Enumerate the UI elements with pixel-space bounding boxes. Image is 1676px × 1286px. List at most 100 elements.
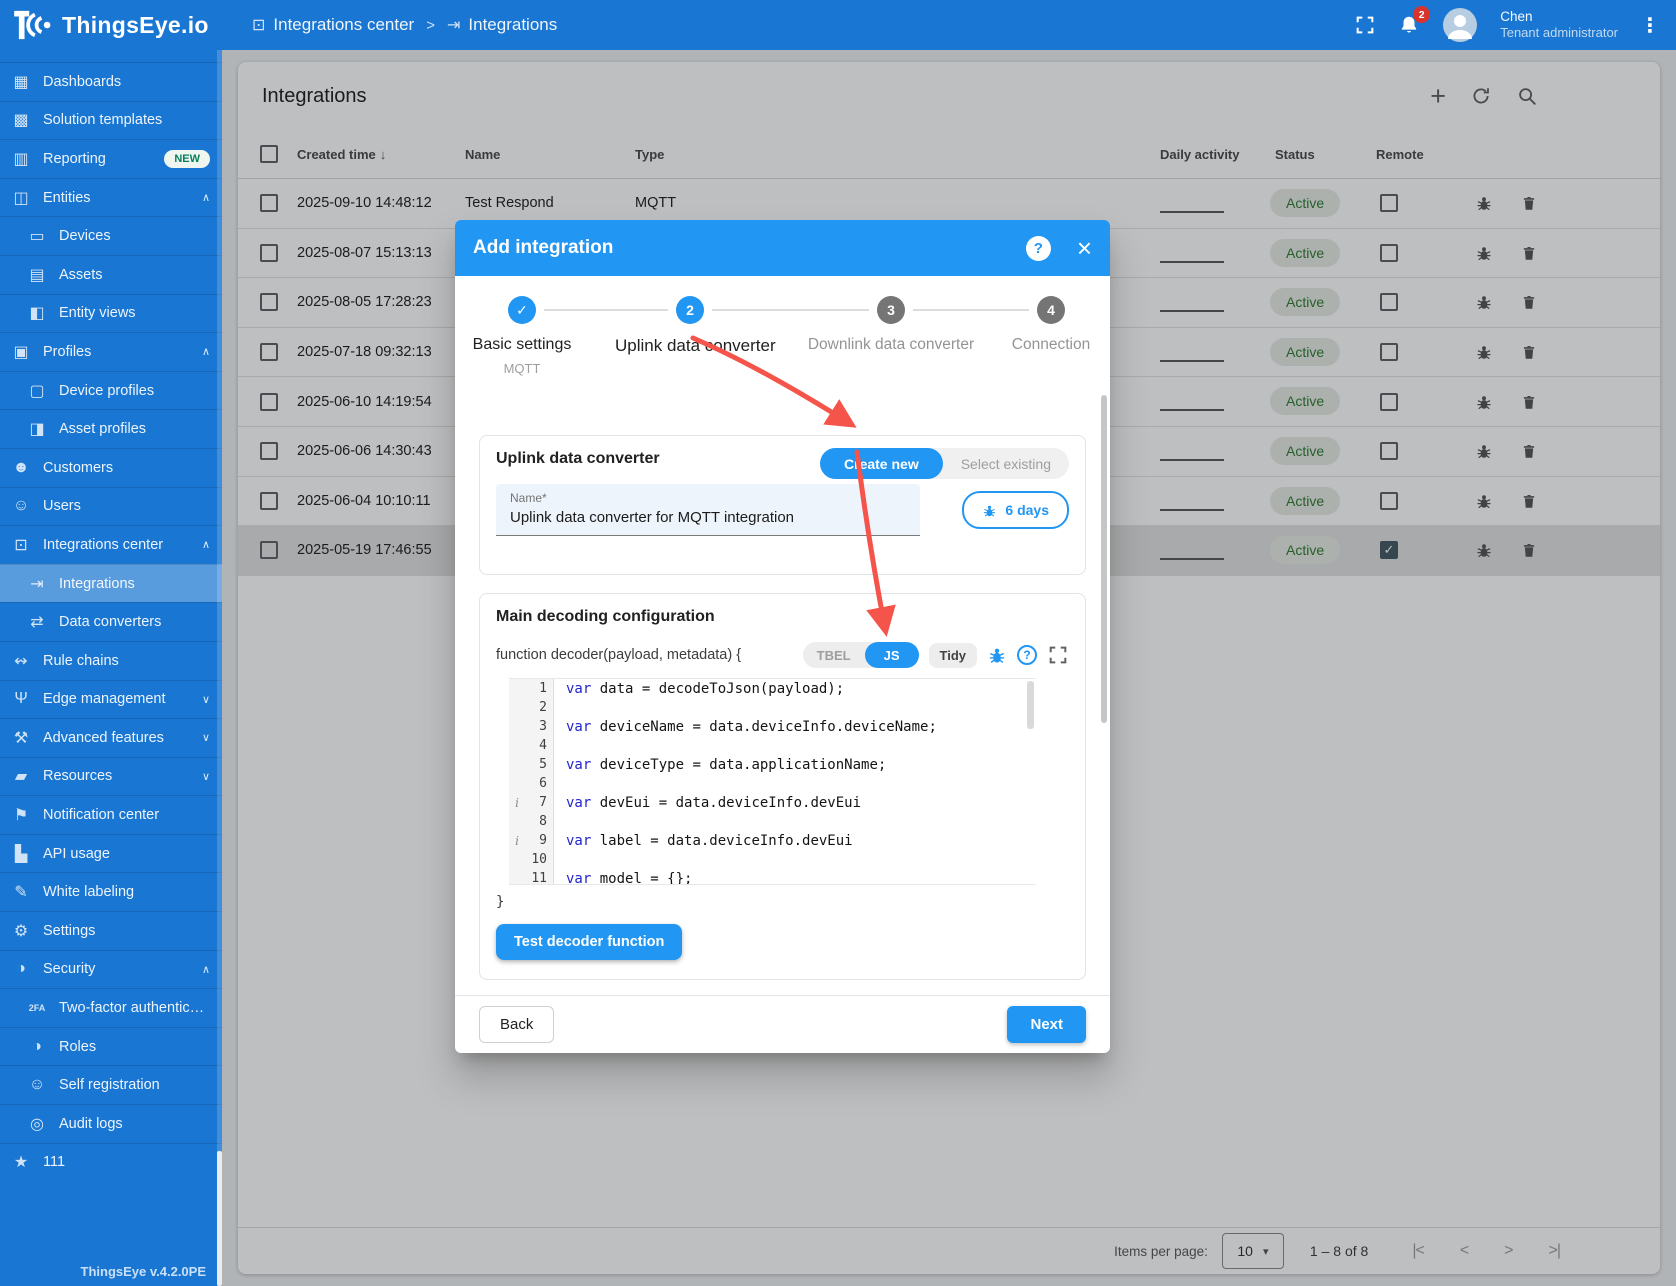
sidebar-item[interactable]: ✎ White labeling [0, 872, 222, 911]
tbel-toggle[interactable]: TBEL [803, 648, 865, 663]
sidebar-scrollbar[interactable] [217, 50, 222, 1286]
sidebar-item-label: Data converters [59, 614, 162, 631]
days-chip-label: 6 days [1005, 502, 1049, 518]
next-button[interactable]: Next [1007, 1006, 1086, 1043]
sidebar-item-icon: ◧ [29, 305, 45, 323]
tidy-button[interactable]: Tidy [928, 642, 977, 668]
sidebar-item[interactable]: ▤ Assets [0, 254, 222, 294]
line-number: 11 [531, 871, 547, 885]
code-text: var label = data.deviceInfo.devEui [553, 831, 853, 850]
sidebar-item-icon: ◑ [16, 960, 26, 978]
code-text: var deviceName = data.deviceInfo.deviceN… [553, 717, 937, 736]
sidebar-item-label: Asset profiles [59, 421, 147, 438]
sidebar-item[interactable]: ⚑ Notification center [0, 795, 222, 834]
decoder-signature: function decoder(payload, metadata) { [496, 647, 742, 663]
sidebar-item-icon: ⚙ [13, 922, 29, 940]
step-circle: 3 [877, 296, 905, 324]
sidebar-item[interactable]: ◧ Entity views [0, 293, 222, 333]
sidebar-item[interactable]: ▣ Profiles ∧ [0, 332, 222, 371]
sidebar-item-label: 111 [43, 1154, 66, 1171]
step-label: Downlink data converter [807, 336, 975, 353]
fullscreen-icon[interactable] [1354, 14, 1376, 36]
sidebar-item[interactable]: ▢ Device profiles [0, 370, 222, 410]
sidebar-item[interactable]: 2FA Two-factor authenticati… [0, 988, 222, 1027]
sidebar-item-icon: 2FA [28, 1003, 46, 1014]
sidebar-item-label: Reporting [43, 150, 106, 167]
sidebar-item-icon: ◑ [32, 1037, 42, 1055]
sidebar-item[interactable]: ▰ Resources ∨ [0, 756, 222, 796]
back-button[interactable]: Back [479, 1006, 555, 1043]
sidebar-item[interactable]: Ψ Edge management ∨ [0, 679, 222, 719]
sidebar-item[interactable]: ▭ Devices [0, 216, 222, 255]
code-line: 3 var deviceName = data.deviceInfo.devic… [509, 717, 1036, 736]
breadcrumb-integrations[interactable]: ⇥ Integrations [447, 15, 557, 35]
sidebar-item[interactable]: ▦ Dashboards [0, 62, 222, 101]
sidebar-item[interactable]: ◨ Asset profiles [0, 409, 222, 448]
sidebar-item[interactable]: ⇥ Integrations [0, 563, 222, 603]
line-number: 3 [539, 719, 547, 734]
app-logo[interactable]: ThingsEye.io [0, 9, 236, 41]
decoding-configuration-card: Main decoding configuration function dec… [479, 593, 1086, 980]
sidebar-item[interactable]: ⚙ Settings [0, 911, 222, 950]
sidebar: ▦ Dashboards ▩ Solution templates ▥ Repo… [0, 50, 222, 1286]
breadcrumb-separator: > [426, 16, 435, 34]
sidebar-item[interactable]: ★ 111 [0, 1142, 222, 1182]
modal-scrollbar[interactable] [1101, 395, 1107, 723]
notifications-bell[interactable]: 2 [1398, 6, 1431, 36]
sidebar-item-label: Advanced features [43, 729, 164, 746]
notification-badge: 2 [1413, 6, 1431, 23]
js-toggle[interactable]: JS [864, 642, 919, 668]
stepper-step[interactable]: 4 Connection [986, 296, 1116, 354]
stepper-step[interactable]: 3 Downlink data converter [796, 296, 986, 354]
code-editor[interactable]: 1 var data = decodeToJson(payload); 2 3 … [509, 678, 1036, 885]
stepper-step[interactable]: ✓ Basic settings MQTT [462, 296, 582, 376]
sidebar-item-label: Settings [43, 922, 96, 939]
code-line: 6 [509, 774, 1036, 793]
sidebar-item[interactable]: ▙ API usage [0, 833, 222, 873]
script-language-toggle: TBEL JS [802, 642, 919, 668]
sidebar-item[interactable]: ◎ Audit logs [0, 1104, 222, 1143]
step-circle: ✓ [508, 296, 536, 324]
chevron-icon: ∧ [201, 539, 210, 552]
sidebar-item-label: Roles [59, 1038, 97, 1055]
sidebar-item-icon: ▢ [29, 382, 45, 400]
help-icon[interactable]: ? [1025, 235, 1051, 261]
decoder-fullscreen-icon[interactable] [1047, 644, 1069, 666]
select-existing-toggle[interactable]: Select existing [943, 456, 1069, 472]
sidebar-item[interactable]: ⇄ Data converters [0, 602, 222, 641]
sidebar-item[interactable]: ◑ Roles [0, 1026, 222, 1066]
sidebar-item-icon: ⊡ [14, 536, 28, 554]
breadcrumb-integrations-center[interactable]: ⊡ Integrations center [252, 15, 414, 35]
sidebar-item[interactable]: ☻ Customers [0, 447, 222, 487]
test-decoder-button[interactable]: Test decoder function [496, 924, 683, 960]
sidebar-item[interactable]: ◫ Entities ∧ [0, 177, 222, 217]
kebab-menu-icon[interactable]: ⋮ [1640, 13, 1660, 38]
sidebar-item[interactable]: ▩ Solution templates [0, 100, 222, 140]
sidebar-item-label: Customers [43, 459, 114, 476]
sidebar-item[interactable]: ↭ Rule chains [0, 640, 222, 680]
sidebar-item[interactable]: ☺ Self registration [0, 1065, 222, 1104]
stepper-step[interactable]: 2 Uplink data converter [615, 296, 776, 356]
sidebar-item[interactable]: ⊡ Integrations center ∧ [0, 525, 222, 564]
sidebar-item[interactable]: ▥ Reporting NEW [0, 139, 222, 178]
create-new-toggle[interactable]: Create new [820, 448, 943, 479]
debug-days-chip[interactable]: 6 days [962, 491, 1069, 529]
decoder-help-icon[interactable]: ? [1017, 645, 1037, 665]
user-info[interactable]: Chen Tenant administrator [1500, 8, 1618, 42]
sidebar-item[interactable]: ◑ Security ∧ [0, 949, 222, 989]
close-icon[interactable]: × [1077, 235, 1092, 261]
debug-decoder-icon[interactable] [987, 645, 1007, 665]
sidebar-scrollbar-thumb[interactable] [217, 1151, 222, 1286]
sidebar-item-label: Devices [59, 228, 111, 245]
avatar[interactable] [1442, 7, 1478, 43]
integrations-center-icon: ⊡ [252, 17, 266, 34]
sidebar-item[interactable]: ☺ Users [0, 486, 222, 526]
converter-name-field[interactable]: Name* Uplink data converter for MQTT int… [496, 484, 920, 536]
code-line: 7 var devEui = data.deviceInfo.devEui [509, 793, 1036, 812]
sidebar-item-icon: ☺ [28, 1076, 46, 1094]
sidebar-item-label: Dashboards [43, 73, 122, 90]
sidebar-item-label: Entity views [59, 305, 136, 322]
editor-scrollbar[interactable] [1027, 681, 1034, 729]
sidebar-item[interactable]: ⚒ Advanced features ∨ [0, 718, 222, 757]
integrations-icon: ⇥ [446, 17, 461, 34]
